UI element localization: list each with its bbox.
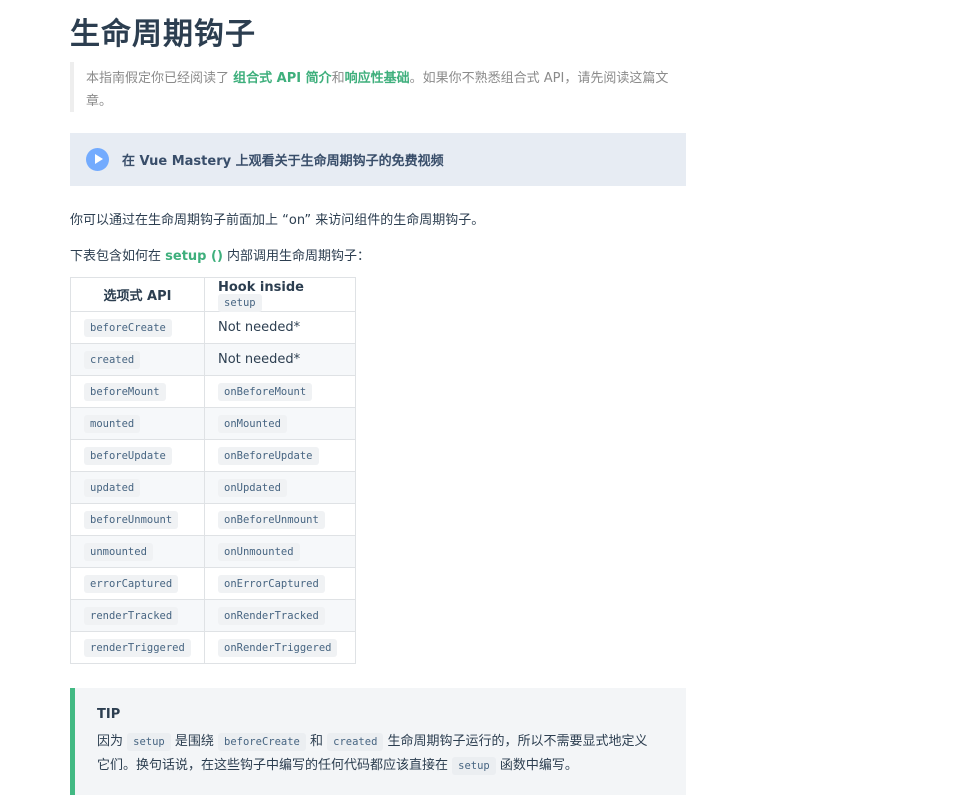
tip-text: 是围绕 — [170, 734, 219, 749]
table-row: errorCaptured onErrorCaptured — [70, 567, 356, 600]
hook-cell: Not needed* — [204, 311, 356, 344]
intro-callout: 本指南假定你已经阅读了 组合式 API 简介和响应性基础。如果你不熟悉组合式 A… — [70, 62, 686, 112]
option-cell: renderTracked — [70, 599, 205, 632]
hook-text: Not needed* — [218, 320, 301, 335]
paragraph-on-prefix: 你可以通过在生命周期钩子前面加上 “on” 来访问组件的生命周期钩子。 — [70, 213, 485, 228]
option-cell: renderTriggered — [70, 631, 205, 664]
vue-mastery-banner-label: 在 Vue Mastery 上观看关于生命周期钩子的免费视频 — [122, 154, 444, 169]
tip-code-setup: setup — [127, 733, 171, 751]
table-header-row: 选项式 API Hook inside setup — [70, 277, 356, 312]
hook-cell: onBeforeUpdate — [204, 439, 356, 472]
option-cell: beforeCreate — [70, 311, 205, 344]
table-row: mounted onMounted — [70, 407, 356, 440]
table-row: created Not needed* — [70, 343, 356, 376]
table-row: beforeUpdate onBeforeUpdate — [70, 439, 356, 472]
hook-cell: onUpdated — [204, 471, 356, 504]
reactivity-fundamentals-link[interactable]: 响应性基础 — [345, 71, 410, 86]
option-cell: unmounted — [70, 535, 205, 568]
vue-mastery-banner[interactable]: 在 Vue Mastery 上观看关于生命周期钩子的免费视频 — [70, 133, 686, 186]
option-code: beforeUnmount — [84, 511, 179, 529]
table-row: renderTriggered onRenderTriggered — [70, 631, 356, 664]
hook-cell: onUnmounted — [204, 535, 356, 568]
tip-code-created: created — [327, 733, 384, 751]
option-code: renderTracked — [84, 607, 179, 625]
hook-code: onErrorCaptured — [218, 575, 325, 593]
option-code: renderTriggered — [84, 639, 191, 657]
table-body: beforeCreate Not needed* created Not nee… — [70, 311, 356, 664]
option-code: mounted — [84, 415, 141, 433]
tip-callout: TIP 因为 setup 是围绕 beforeCreate 和 created … — [70, 688, 686, 795]
hook-code: onBeforeUnmount — [218, 511, 325, 529]
hook-cell: onBeforeUnmount — [204, 503, 356, 536]
tip-body: 因为 setup 是围绕 beforeCreate 和 created 生命周期… — [97, 730, 686, 778]
hook-code: onUpdated — [218, 479, 287, 497]
hook-cell: onRenderTriggered — [204, 631, 356, 664]
table-row: unmounted onUnmounted — [70, 535, 356, 568]
table-row: beforeCreate Not needed* — [70, 311, 356, 344]
hook-code: onBeforeMount — [218, 383, 313, 401]
hook-cell: onErrorCaptured — [204, 567, 356, 600]
setup-link[interactable]: setup () — [165, 249, 223, 264]
intro-text-after: 。如果你不熟悉组合式 API，请先阅读这篇文 — [409, 71, 669, 86]
table-row: beforeUnmount onBeforeUnmount — [70, 503, 356, 536]
tip-code-setup-2: setup — [452, 757, 496, 775]
tip-text: 生命周期钩子运行的，所以不需要显式地定义 — [383, 734, 648, 749]
tip-text: 函数中编写。 — [495, 758, 578, 773]
hook-cell: onBeforeMount — [204, 375, 356, 408]
option-code: errorCaptured — [84, 575, 179, 593]
option-cell: beforeUpdate — [70, 439, 205, 472]
intro-text-line2: 章。 — [86, 94, 113, 109]
tip-code-beforecreate: beforeCreate — [218, 733, 306, 751]
option-cell: errorCaptured — [70, 567, 205, 600]
hook-code: onMounted — [218, 415, 287, 433]
table-row: beforeMount onBeforeMount — [70, 375, 356, 408]
hook-text: Not needed* — [218, 352, 301, 367]
tip-title: TIP — [97, 707, 121, 722]
option-cell: updated — [70, 471, 205, 504]
lifecycle-hooks-table: 选项式 API Hook inside setup beforeCreate N… — [70, 277, 356, 664]
option-code: beforeMount — [84, 383, 166, 401]
option-code: beforeUpdate — [84, 447, 172, 465]
hook-cell: onMounted — [204, 407, 356, 440]
option-cell: mounted — [70, 407, 205, 440]
intro-text-and: 和 — [331, 71, 345, 86]
hook-code: onUnmounted — [218, 543, 300, 561]
intro-text-before: 本指南假定你已经阅读了 — [86, 71, 234, 86]
p2-text-after: 内部调用生命周期钩子： — [222, 249, 371, 264]
table-row: updated onUpdated — [70, 471, 356, 504]
header-setup-code: setup — [218, 293, 262, 312]
option-cell: created — [70, 343, 205, 376]
option-cell: beforeMount — [70, 375, 205, 408]
hook-code: onRenderTracked — [218, 607, 325, 625]
tip-text: 和 — [305, 734, 328, 749]
composition-api-intro-link[interactable]: 组合式 API 简介 — [233, 71, 331, 86]
option-cell: beforeUnmount — [70, 503, 205, 536]
hook-code: onBeforeUpdate — [218, 447, 319, 465]
hook-cell: onRenderTracked — [204, 599, 356, 632]
option-code: created — [84, 351, 141, 369]
table-row: renderTracked onRenderTracked — [70, 599, 356, 632]
hook-code: onRenderTriggered — [218, 639, 338, 657]
page-title: 生命周期钩子 — [70, 17, 256, 52]
header-options-api: 选项式 API — [70, 277, 205, 312]
tip-text: 它们。换句话说，在这些钩子中编写的任何代码都应该直接在 — [97, 758, 453, 773]
option-code: unmounted — [84, 543, 153, 561]
option-code: updated — [84, 479, 141, 497]
header-hook-inside-text: Hook inside — [218, 279, 304, 295]
paragraph-table-intro: 下表包含如何在 setup () 内部调用生命周期钩子： — [70, 245, 370, 264]
play-icon — [86, 148, 109, 171]
p2-text-before: 下表包含如何在 — [70, 249, 166, 264]
header-hook-inside-setup: Hook inside setup — [204, 277, 356, 312]
hook-cell: Not needed* — [204, 343, 356, 376]
tip-text: 因为 — [97, 734, 128, 749]
option-code: beforeCreate — [84, 319, 172, 337]
